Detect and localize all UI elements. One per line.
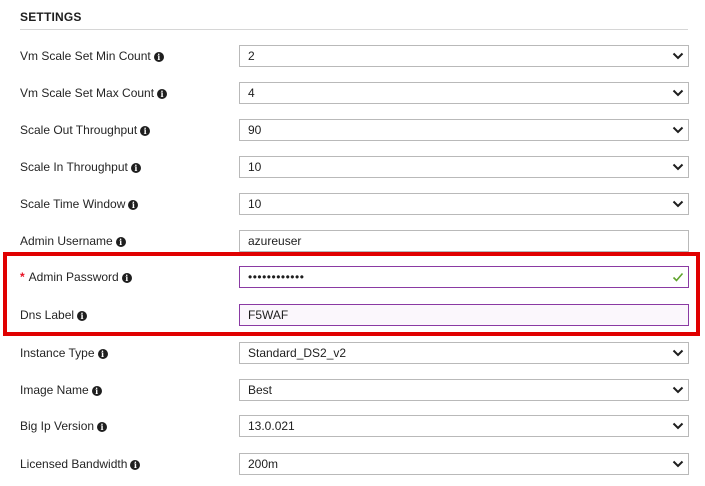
field-label-text: Scale In Throughput [20,160,128,174]
field-label-text: Admin Username [20,234,113,248]
field-label-text: Dns Label [20,308,75,322]
info-icon[interactable]: i [128,200,139,210]
field-label-text: Image Name [20,383,89,397]
field-label-text: Vm Scale Set Max Count [20,86,155,100]
field-label: Image Name i [20,379,102,401]
input-value: azureuser [248,234,302,248]
info-icon[interactable]: i [91,386,102,396]
dropdown-value: 10 [248,160,262,174]
info-icon[interactable]: i [140,126,151,136]
field-row-scale-time-window: Scale Time Window i 10 [0,193,705,215]
info-icon[interactable]: i [97,349,108,359]
field-row-big-ip-version: Big Ip Version i 13.0.021 [0,415,705,437]
licensed-bandwidth-dropdown[interactable]: 200m [239,453,689,475]
chevron-down-icon [672,422,684,430]
field-label-text: Scale Out Throughput [20,123,138,137]
section-divider [20,29,688,30]
chevron-down-icon [672,163,684,171]
field-label: Instance Type i [20,342,108,364]
admin-username-input[interactable]: azureuser [239,230,689,252]
field-row-vm-scale-set-max-count: Vm Scale Set Max Count i 4 [0,82,705,104]
image-name-dropdown[interactable]: Best [239,379,689,401]
chevron-down-icon [672,89,684,97]
info-icon[interactable]: i [115,237,126,247]
field-row-licensed-bandwidth: Licensed Bandwidth i 200m [0,453,705,475]
field-label: Licensed Bandwidth i [20,453,141,475]
field-label: Scale Out Throughput i [20,119,151,141]
dropdown-value: 2 [248,49,255,63]
field-label: Vm Scale Set Max Count i [20,82,168,104]
chevron-down-icon [672,460,684,468]
info-icon[interactable]: i [157,89,168,99]
field-row-image-name: Image Name i Best [0,379,705,401]
field-row-admin-username: Admin Username i azureuser [0,230,705,252]
field-row-dns-label: Dns Label i F5WAF [0,304,705,326]
field-row-instance-type: Instance Type i Standard_DS2_v2 [0,342,705,364]
password-value: •••••••••••• [248,270,305,284]
checkmark-icon [672,272,684,282]
admin-password-input[interactable]: •••••••••••• [239,266,689,288]
scale-time-window-dropdown[interactable]: 10 [239,193,689,215]
info-icon[interactable]: i [130,460,141,470]
field-row-scale-out-throughput: Scale Out Throughput i 90 [0,119,705,141]
scale-in-throughput-dropdown[interactable]: 10 [239,156,689,178]
big-ip-version-dropdown[interactable]: 13.0.021 [239,415,689,437]
info-icon[interactable]: i [97,422,108,432]
field-label-text: Big Ip Version [20,419,95,433]
dropdown-value: 4 [248,86,255,100]
info-icon[interactable]: i [153,52,164,62]
field-label-text: Vm Scale Set Min Count [20,49,151,63]
field-row-scale-in-throughput: Scale In Throughput i 10 [0,156,705,178]
field-label: Dns Label i [20,304,88,326]
field-label-text: Instance Type [20,346,95,360]
scale-out-throughput-dropdown[interactable]: 90 [239,119,689,141]
field-row-admin-password: * Admin Password i •••••••••••• [0,266,705,288]
dropdown-value: 13.0.021 [248,419,295,433]
chevron-down-icon [672,52,684,60]
dns-label-input[interactable]: F5WAF [239,304,689,326]
field-label: Scale Time Window i [20,193,139,215]
field-label-text: Scale Time Window [20,197,126,211]
chevron-down-icon [672,200,684,208]
field-row-vm-scale-set-min-count: Vm Scale Set Min Count i 2 [0,45,705,67]
field-label: * Admin Password i [20,266,132,288]
info-icon[interactable]: i [121,273,132,283]
instance-type-dropdown[interactable]: Standard_DS2_v2 [239,342,689,364]
field-label: Vm Scale Set Min Count i [20,45,164,67]
dropdown-value: 90 [248,123,262,137]
dropdown-value: 200m [248,457,279,471]
vm-scale-set-max-count-dropdown[interactable]: 4 [239,82,689,104]
field-label: Scale In Throughput i [20,156,141,178]
required-marker: * [20,270,25,284]
info-icon[interactable]: i [77,311,88,321]
chevron-down-icon [672,126,684,134]
chevron-down-icon [672,349,684,357]
field-label: Admin Username i [20,230,126,252]
chevron-down-icon [672,386,684,394]
dropdown-value: 10 [248,197,262,211]
dropdown-value: Best [248,383,273,397]
field-label-text: Admin Password [28,270,119,284]
vm-scale-set-min-count-dropdown[interactable]: 2 [239,45,689,67]
info-icon[interactable]: i [130,163,141,173]
field-label: Big Ip Version i [20,415,108,437]
field-label-text: Licensed Bandwidth [20,457,128,471]
input-value: F5WAF [248,308,289,322]
section-title: SETTINGS [20,10,82,24]
dropdown-value: Standard_DS2_v2 [248,346,347,360]
